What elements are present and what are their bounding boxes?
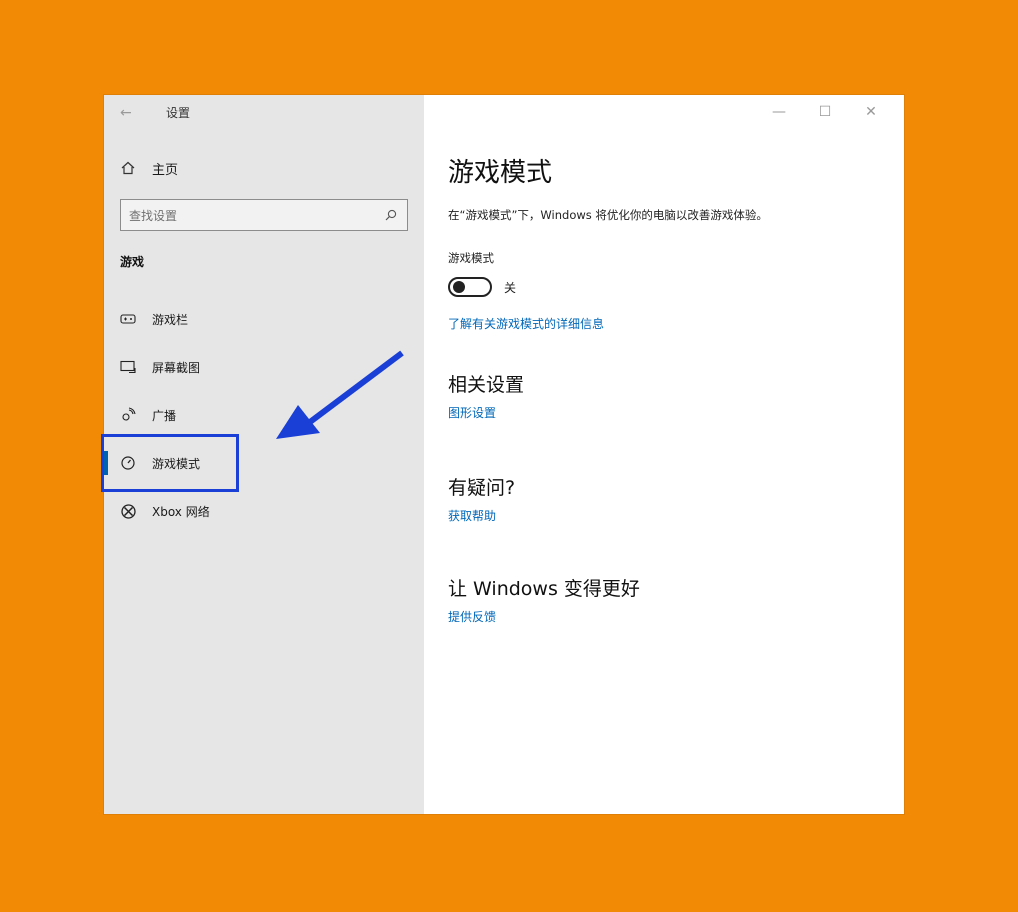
maximize-button[interactable]: ☐ bbox=[802, 101, 848, 123]
window-controls: — ☐ ✕ bbox=[756, 101, 894, 123]
close-button[interactable]: ✕ bbox=[848, 101, 894, 123]
related-settings-heading: 相关设置 bbox=[448, 374, 525, 396]
sidebar-item-label: 广播 bbox=[152, 408, 177, 423]
search-input[interactable]: 查找设置 bbox=[120, 199, 408, 231]
question-heading: 有疑问? bbox=[448, 477, 516, 499]
home-nav-item[interactable]: 主页 bbox=[120, 157, 178, 179]
home-label: 主页 bbox=[152, 162, 179, 178]
get-help-link[interactable]: 获取帮助 bbox=[448, 507, 496, 524]
toggle-knob bbox=[453, 281, 465, 293]
back-arrow-icon[interactable]: ← bbox=[120, 103, 140, 123]
sidebar-item-label: 游戏栏 bbox=[152, 312, 189, 327]
game-mode-icon bbox=[120, 455, 136, 471]
page-title: 游戏模式 bbox=[448, 158, 553, 188]
learn-more-link[interactable]: 了解有关游戏模式的详细信息 bbox=[448, 315, 604, 332]
game-bar-icon bbox=[120, 311, 136, 327]
annotation-arrow-icon bbox=[276, 350, 404, 439]
section-title: 游戏 bbox=[120, 255, 145, 269]
broadcast-icon bbox=[120, 407, 136, 423]
xbox-icon bbox=[120, 503, 136, 519]
game-mode-toggle[interactable] bbox=[448, 277, 492, 297]
graphics-settings-link[interactable]: 图形设置 bbox=[448, 404, 496, 421]
content-pane: — ☐ ✕ 游戏模式 在“游戏模式”下，Windows 将优化你的电脑以改善游戏… bbox=[424, 95, 904, 814]
screenshot-icon bbox=[120, 359, 136, 375]
sidebar-item-label: Xbox 网络 bbox=[152, 504, 210, 519]
home-icon bbox=[120, 160, 136, 176]
toggle-label: 游戏模式 bbox=[448, 251, 494, 265]
sidebar: ← 设置 主页 查找设置 游戏 游戏栏 屏幕截图 广播 游戏模式 Xbox 网络 bbox=[101, 95, 424, 814]
search-icon[interactable] bbox=[383, 207, 399, 223]
search-placeholder: 查找设置 bbox=[129, 208, 178, 223]
toggle-state: 关 bbox=[504, 280, 517, 295]
settings-window: ← 设置 主页 查找设置 游戏 游戏栏 屏幕截图 广播 游戏模式 Xbox 网络… bbox=[101, 95, 904, 814]
game-mode-toggle-row: 关 bbox=[448, 277, 516, 297]
feedback-heading: 让 Windows 变得更好 bbox=[448, 578, 640, 600]
sidebar-item-label: 屏幕截图 bbox=[152, 360, 201, 375]
sidebar-item-xbox[interactable]: Xbox 网络 bbox=[104, 487, 424, 535]
sidebar-item-label: 游戏模式 bbox=[152, 456, 201, 471]
sidebar-item-game-bar[interactable]: 游戏栏 bbox=[104, 295, 424, 343]
give-feedback-link[interactable]: 提供反馈 bbox=[448, 608, 496, 625]
minimize-button[interactable]: — bbox=[756, 101, 802, 123]
app-title: 设置 bbox=[166, 106, 191, 120]
page-description: 在“游戏模式”下，Windows 将优化你的电脑以改善游戏体验。 bbox=[448, 208, 768, 222]
